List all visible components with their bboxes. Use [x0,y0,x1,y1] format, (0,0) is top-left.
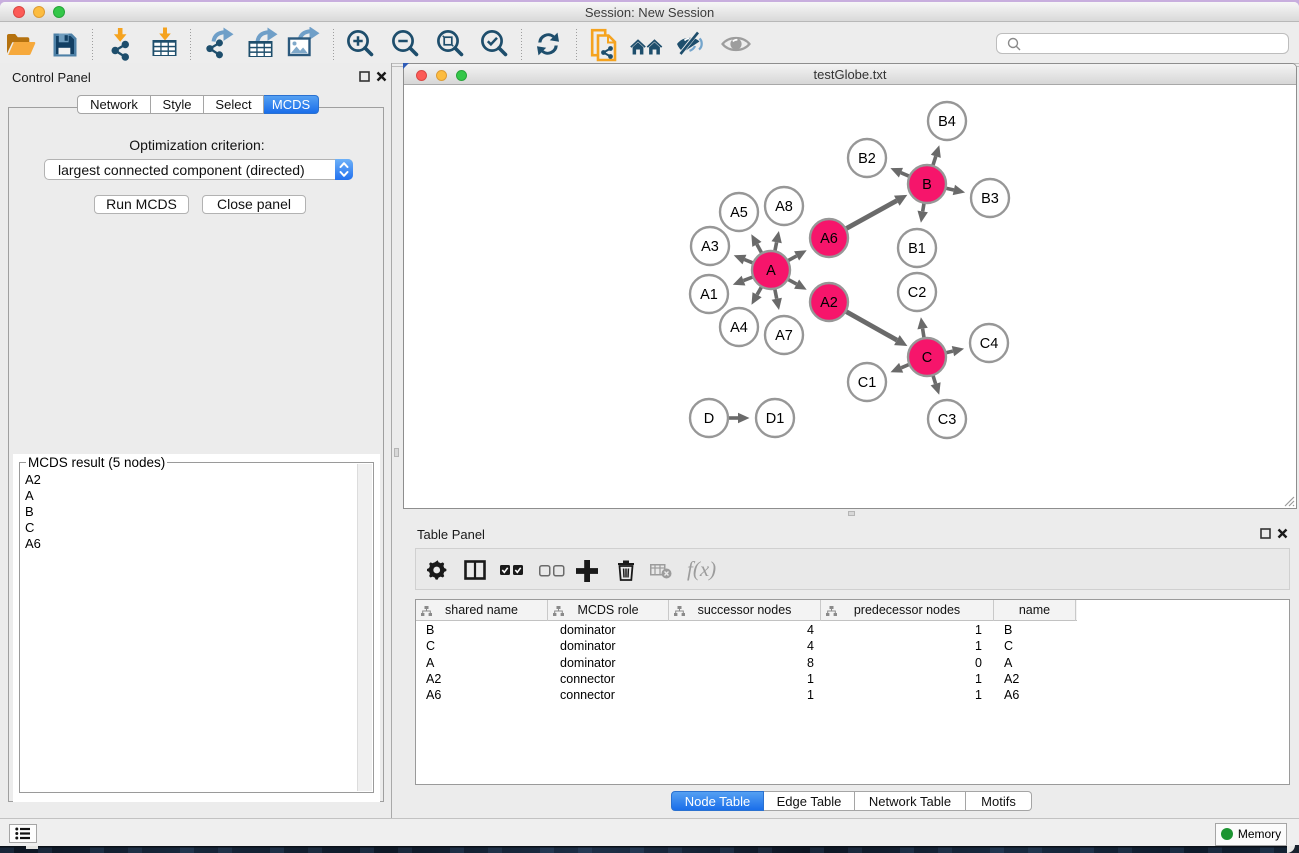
svg-text:A2: A2 [820,295,838,311]
svg-text:A1: A1 [700,287,718,303]
svg-text:C: C [922,350,932,366]
svg-text:A4: A4 [730,320,748,336]
svg-text:B1: B1 [908,241,926,257]
svg-text:A: A [766,263,776,279]
svg-text:C4: C4 [980,336,999,352]
svg-text:D1: D1 [766,411,785,427]
svg-text:C1: C1 [858,375,877,391]
svg-text:A6: A6 [820,231,838,247]
svg-text:A8: A8 [775,199,793,215]
svg-text:B: B [922,177,932,193]
svg-text:A3: A3 [701,239,719,255]
svg-text:B3: B3 [981,191,999,207]
svg-text:D: D [704,411,714,427]
svg-text:A7: A7 [775,328,793,344]
svg-text:C3: C3 [938,412,957,428]
svg-text:B2: B2 [858,151,876,167]
svg-text:A5: A5 [730,205,748,221]
svg-text:C2: C2 [908,285,927,301]
svg-text:B4: B4 [938,114,956,130]
